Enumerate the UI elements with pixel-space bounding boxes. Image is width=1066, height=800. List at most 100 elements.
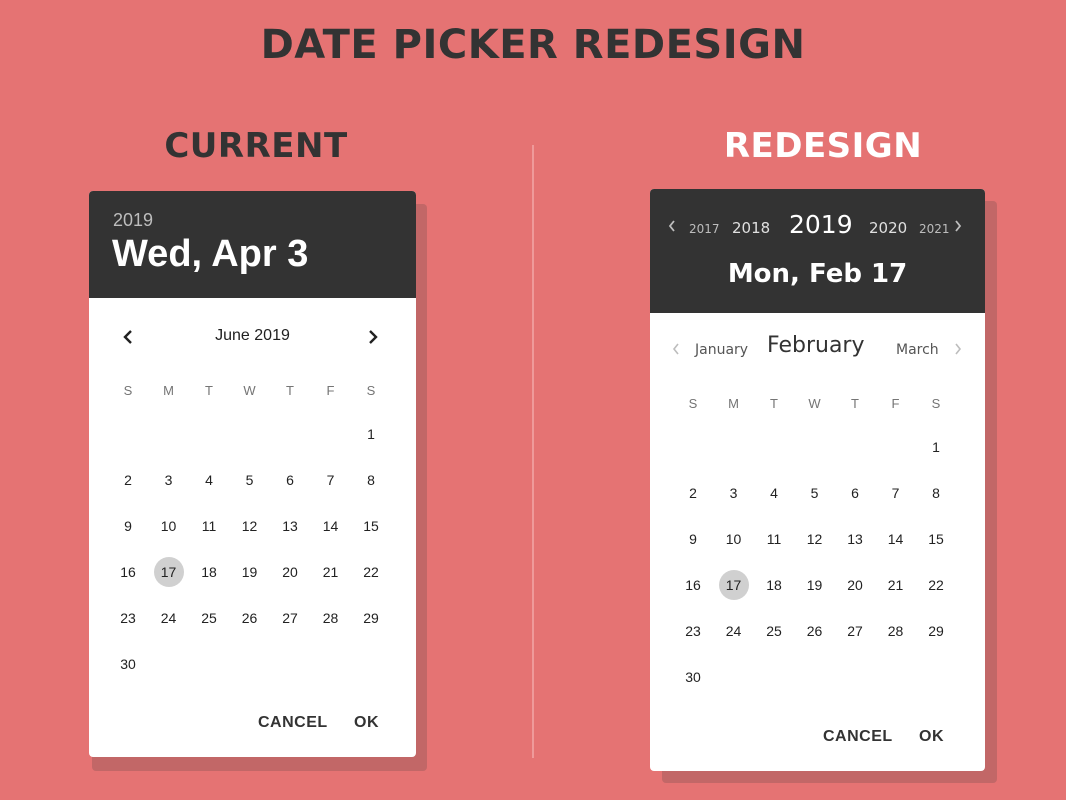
day-cell[interactable]: 10 [719, 524, 749, 554]
year-option[interactable]: 2020 [869, 219, 907, 237]
day-cell[interactable]: 16 [113, 557, 143, 587]
picker-header: 2017 2018 2019 2020 2021 Mon, Feb 17 [650, 189, 985, 313]
day-cell[interactable]: 22 [356, 557, 386, 587]
day-cell[interactable]: 21 [316, 557, 346, 587]
chevron-left-icon [668, 220, 675, 232]
day-cell[interactable]: 7 [881, 478, 911, 508]
dialog-actions: CANCEL OK [650, 728, 985, 758]
day-cell[interactable]: 25 [759, 616, 789, 646]
day-cell[interactable]: 26 [235, 603, 265, 633]
day-cell[interactable]: 30 [678, 662, 708, 692]
day-cell[interactable]: 24 [154, 603, 184, 633]
day-cell[interactable]: 28 [316, 603, 346, 633]
day-cell[interactable]: 4 [194, 465, 224, 495]
day-cell[interactable]: 13 [840, 524, 870, 554]
day-cell[interactable]: 8 [921, 478, 951, 508]
day-cell[interactable]: 7 [316, 465, 346, 495]
day-cell[interactable]: 11 [194, 511, 224, 541]
weekday-label: T [770, 395, 778, 411]
day-cell[interactable]: 23 [113, 603, 143, 633]
day-cell-selected[interactable]: 17 [718, 570, 749, 600]
day-cell[interactable]: 29 [356, 603, 386, 633]
day-cell[interactable]: 29 [921, 616, 951, 646]
day-cell[interactable]: 15 [356, 511, 386, 541]
calendar-grid: S M T W T F S 1 2 3 4 5 6 7 8 9 10 11 12 13 14 15 16 17 18 19 20 21… [650, 388, 985, 688]
day-cell[interactable]: 16 [678, 570, 708, 600]
year-option[interactable]: 2018 [732, 219, 770, 237]
day-cell[interactable]: 27 [275, 603, 305, 633]
month-option-prev[interactable]: January [695, 342, 748, 358]
weekday-label: S [123, 382, 133, 398]
header-date: Wed, Apr 3 [112, 233, 309, 275]
day-cell[interactable]: 9 [678, 524, 708, 554]
month-option-next[interactable]: March [896, 342, 939, 358]
weekday-label: S [366, 382, 376, 398]
day-cell[interactable]: 3 [719, 478, 749, 508]
week-row: 1 [650, 432, 985, 462]
ok-button[interactable]: OK [919, 728, 944, 746]
prev-month-button[interactable] [668, 340, 684, 358]
day-cell[interactable]: 8 [356, 465, 386, 495]
day-cell[interactable]: 3 [154, 465, 184, 495]
day-cell[interactable]: 12 [235, 511, 265, 541]
week-row: 2345678 [650, 478, 985, 508]
day-cell[interactable]: 21 [881, 570, 911, 600]
prev-year-button[interactable] [664, 217, 680, 235]
next-month-button[interactable] [950, 340, 966, 358]
day-cell[interactable]: 23 [678, 616, 708, 646]
weekday-label: F [891, 395, 900, 411]
day-cell[interactable]: 9 [113, 511, 143, 541]
year-option[interactable]: 2017 [689, 222, 720, 236]
day-cell[interactable]: 20 [275, 557, 305, 587]
year-option[interactable]: 2021 [919, 222, 950, 236]
month-nav: June 2019 [89, 325, 416, 349]
day-cell[interactable]: 19 [800, 570, 830, 600]
day-cell[interactable]: 19 [235, 557, 265, 587]
day-cell[interactable]: 14 [316, 511, 346, 541]
day-cell[interactable]: 27 [840, 616, 870, 646]
day-cell[interactable]: 4 [759, 478, 789, 508]
week-row: 1 [89, 419, 416, 449]
weekday-label: S [931, 395, 941, 411]
cancel-button[interactable]: CANCEL [258, 714, 328, 732]
header-year[interactable]: 2019 [113, 210, 153, 231]
day-cell[interactable]: 30 [113, 649, 143, 679]
next-year-button[interactable] [950, 217, 966, 235]
weekday-label: W [243, 382, 256, 398]
week-row: 2345678 [89, 465, 416, 495]
day-cell[interactable]: 14 [881, 524, 911, 554]
next-month-button[interactable] [361, 325, 385, 349]
day-cell[interactable]: 10 [154, 511, 184, 541]
week-row: 30 [650, 662, 985, 692]
month-option-current: February [767, 333, 865, 358]
day-cell[interactable]: 5 [800, 478, 830, 508]
day-cell[interactable]: 28 [881, 616, 911, 646]
day-cell[interactable]: 11 [759, 524, 789, 554]
day-cell[interactable]: 25 [194, 603, 224, 633]
ok-button[interactable]: OK [354, 714, 379, 732]
day-cell[interactable]: 18 [194, 557, 224, 587]
day-cell[interactable]: 13 [275, 511, 305, 541]
day-cell[interactable]: 12 [800, 524, 830, 554]
cancel-button[interactable]: CANCEL [823, 728, 893, 746]
day-cell[interactable]: 6 [275, 465, 305, 495]
weekday-label: T [286, 382, 294, 398]
day-cell[interactable]: 22 [921, 570, 951, 600]
day-cell[interactable]: 2 [113, 465, 143, 495]
day-cell[interactable]: 24 [719, 616, 749, 646]
year-option-selected[interactable]: 2019 [789, 210, 853, 239]
month-selector: January February March [650, 332, 985, 368]
day-cell[interactable]: 5 [235, 465, 265, 495]
week-row: 23 24 25 26 27 28 29 [650, 616, 985, 646]
day-cell[interactable]: 1 [921, 432, 951, 462]
day-cell[interactable]: 6 [840, 478, 870, 508]
day-cell[interactable]: 20 [840, 570, 870, 600]
weekday-label: M [163, 382, 174, 398]
day-cell[interactable]: 15 [921, 524, 951, 554]
day-cell[interactable]: 18 [759, 570, 789, 600]
day-cell-selected[interactable]: 17 [153, 557, 184, 587]
weekday-label: S [688, 395, 698, 411]
day-cell[interactable]: 2 [678, 478, 708, 508]
day-cell[interactable]: 1 [356, 419, 386, 449]
day-cell[interactable]: 26 [800, 616, 830, 646]
